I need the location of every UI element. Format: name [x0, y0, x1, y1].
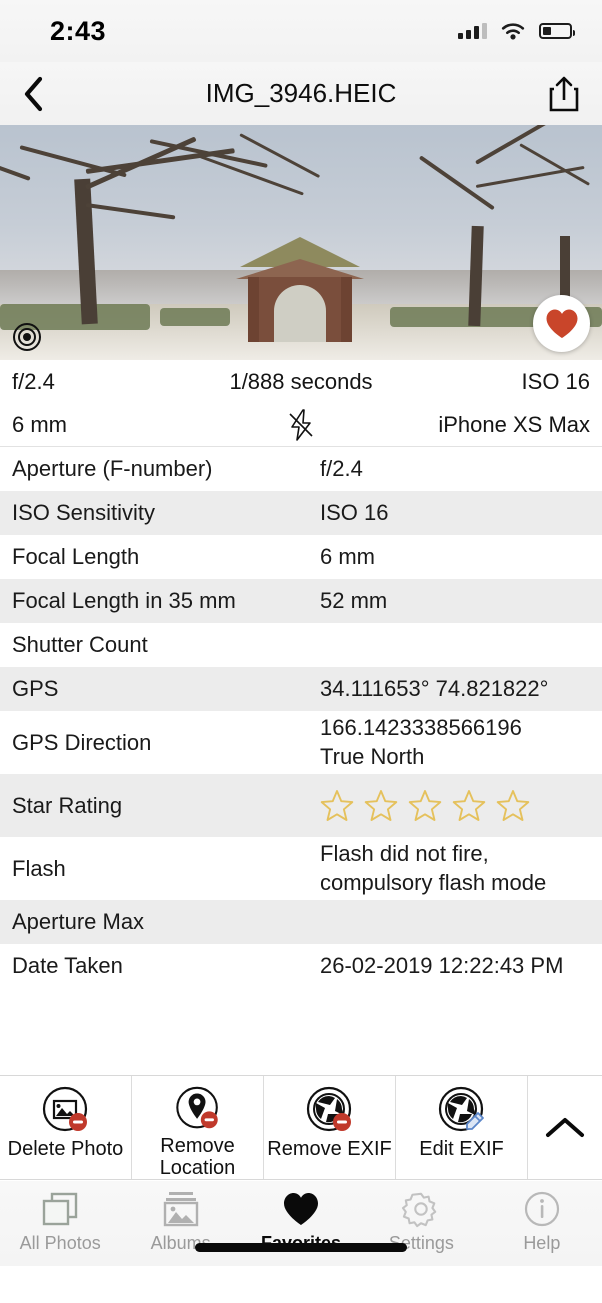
exif-key: Aperture (F-number)	[12, 456, 213, 481]
table-row[interactable]: GPS 34.111653° 74.821822°	[0, 667, 602, 711]
wifi-icon	[501, 22, 525, 39]
photos-stack-icon	[43, 1192, 78, 1226]
table-row[interactable]: ISO Sensitivity ISO 16	[0, 491, 602, 535]
star-rating[interactable]	[320, 789, 530, 822]
exif-key: GPS Direction	[12, 729, 152, 755]
action-toolbar: Delete Photo Remove Location Remove EXIF…	[0, 1075, 602, 1180]
page-title: IMG_3946.HEIC	[205, 78, 397, 108]
camera-summary-row-2: 6 mm iPhone XS Max	[0, 403, 602, 446]
cellular-signal-icon	[458, 23, 487, 39]
table-row[interactable]: Date Taken 26-02-2019 12:22:43 PM	[0, 944, 602, 988]
exif-key: GPS	[12, 676, 59, 701]
summary-shutter: 1/888 seconds	[229, 368, 373, 394]
table-row[interactable]: Aperture (F-number) f/2.4	[0, 447, 602, 491]
table-row[interactable]: Aperture Max	[0, 900, 602, 944]
home-indicator[interactable]	[195, 1243, 407, 1252]
exif-value: f/2.4	[320, 455, 363, 481]
summary-iso: ISO 16	[521, 368, 591, 394]
action-label: Delete Photo	[7, 1138, 124, 1160]
exif-table: Aperture (F-number) f/2.4 ISO Sensitivit…	[0, 447, 602, 988]
remove-location-icon	[175, 1086, 218, 1129]
exif-key: ISO Sensitivity	[12, 500, 156, 525]
chevron-left-icon	[24, 76, 43, 111]
gear-icon	[402, 1192, 437, 1228]
table-row-star-rating[interactable]: Star Rating	[0, 774, 602, 837]
favorite-button[interactable]	[533, 295, 590, 352]
delete-photo-button[interactable]: Delete Photo	[0, 1076, 132, 1179]
camera-summary-row-1: f/2.4 1/888 seconds ISO 16	[0, 360, 602, 403]
exif-value: 34.111653° 74.821822°	[320, 675, 549, 701]
action-label: Remove EXIF	[267, 1138, 392, 1160]
tab-help[interactable]: Help	[482, 1190, 602, 1254]
expand-toolbar-button[interactable]	[528, 1076, 602, 1179]
share-button[interactable]	[548, 75, 580, 113]
exif-value: ISO 16	[320, 499, 389, 525]
table-row[interactable]: Focal Length in 35 mm 52 mm	[0, 579, 602, 623]
edit-exif-button[interactable]: Edit EXIF	[396, 1076, 528, 1179]
star-icon[interactable]	[496, 789, 530, 822]
gazebo-shape	[236, 237, 364, 342]
flash-off-icon	[289, 408, 313, 441]
exif-value: 26-02-2019 12:22:43 PM	[320, 952, 564, 978]
table-row[interactable]: Flash Flash did not fire, compulsory fla…	[0, 837, 602, 900]
status-bar: 2:43	[0, 0, 602, 62]
summary-focal-length: 6 mm	[12, 411, 67, 437]
delete-photo-icon	[42, 1086, 87, 1132]
back-button[interactable]	[22, 76, 44, 112]
albums-icon	[163, 1192, 198, 1227]
table-row[interactable]: GPS Direction 166.1423338566196 True Nor…	[0, 711, 602, 774]
exif-key: Focal Length	[12, 544, 140, 569]
status-time: 2:43	[50, 15, 107, 46]
exif-key: Star Rating	[12, 792, 123, 818]
share-icon	[549, 76, 579, 111]
exif-value: 166.1423338566196 True North	[320, 715, 522, 769]
remove-exif-icon	[306, 1086, 351, 1132]
remove-exif-button[interactable]: Remove EXIF	[264, 1076, 396, 1179]
table-row[interactable]: Shutter Count	[0, 623, 602, 667]
action-label: Remove Location	[159, 1135, 236, 1179]
photo-preview[interactable]: IMG_3946.HEIC 26-02-2019 12:22:43 PM 302…	[0, 125, 602, 360]
tab-label: All Photos	[19, 1233, 101, 1253]
tab-label: Help	[523, 1233, 561, 1253]
app-screen: 2:43 IMG_3946.HEIC f/2.4 1/888 seconds I…	[0, 0, 602, 1303]
remove-location-button[interactable]: Remove Location	[132, 1076, 264, 1179]
exif-value: 6 mm	[320, 543, 375, 569]
heart-icon	[284, 1193, 319, 1225]
exif-key: Date Taken	[12, 953, 123, 978]
nav-bar: IMG_3946.HEIC	[0, 62, 602, 125]
exif-value: Flash did not fire, compulsory flash mod…	[320, 841, 547, 895]
star-icon[interactable]	[452, 789, 486, 822]
summary-device: iPhone XS Max	[438, 411, 591, 437]
camera-summary: f/2.4 1/888 seconds ISO 16 6 mm iPhone X…	[0, 360, 602, 447]
star-icon[interactable]	[408, 789, 442, 822]
summary-aperture: f/2.4	[12, 368, 55, 394]
tab-bar: All Photos Albums Favorites Setting	[0, 1181, 602, 1266]
star-icon[interactable]	[320, 789, 354, 822]
info-icon	[524, 1191, 559, 1227]
exif-key: Focal Length in 35 mm	[12, 588, 236, 613]
status-icons	[458, 22, 575, 41]
exif-value: 52 mm	[320, 587, 388, 613]
chevron-up-icon	[546, 1117, 584, 1137]
action-label: Edit EXIF	[419, 1138, 504, 1160]
table-row[interactable]: Focal Length 6 mm	[0, 535, 602, 579]
photo-image	[0, 125, 602, 360]
live-photo-icon[interactable]	[12, 322, 42, 352]
star-icon[interactable]	[364, 789, 398, 822]
exif-key: Shutter Count	[12, 632, 148, 657]
battery-low-icon	[539, 23, 575, 39]
edit-exif-icon	[438, 1086, 484, 1132]
tab-all-photos[interactable]: All Photos	[0, 1190, 120, 1254]
exif-key: Aperture Max	[12, 909, 145, 934]
exif-key: Flash	[12, 855, 66, 881]
heart-filled-icon	[546, 309, 577, 338]
